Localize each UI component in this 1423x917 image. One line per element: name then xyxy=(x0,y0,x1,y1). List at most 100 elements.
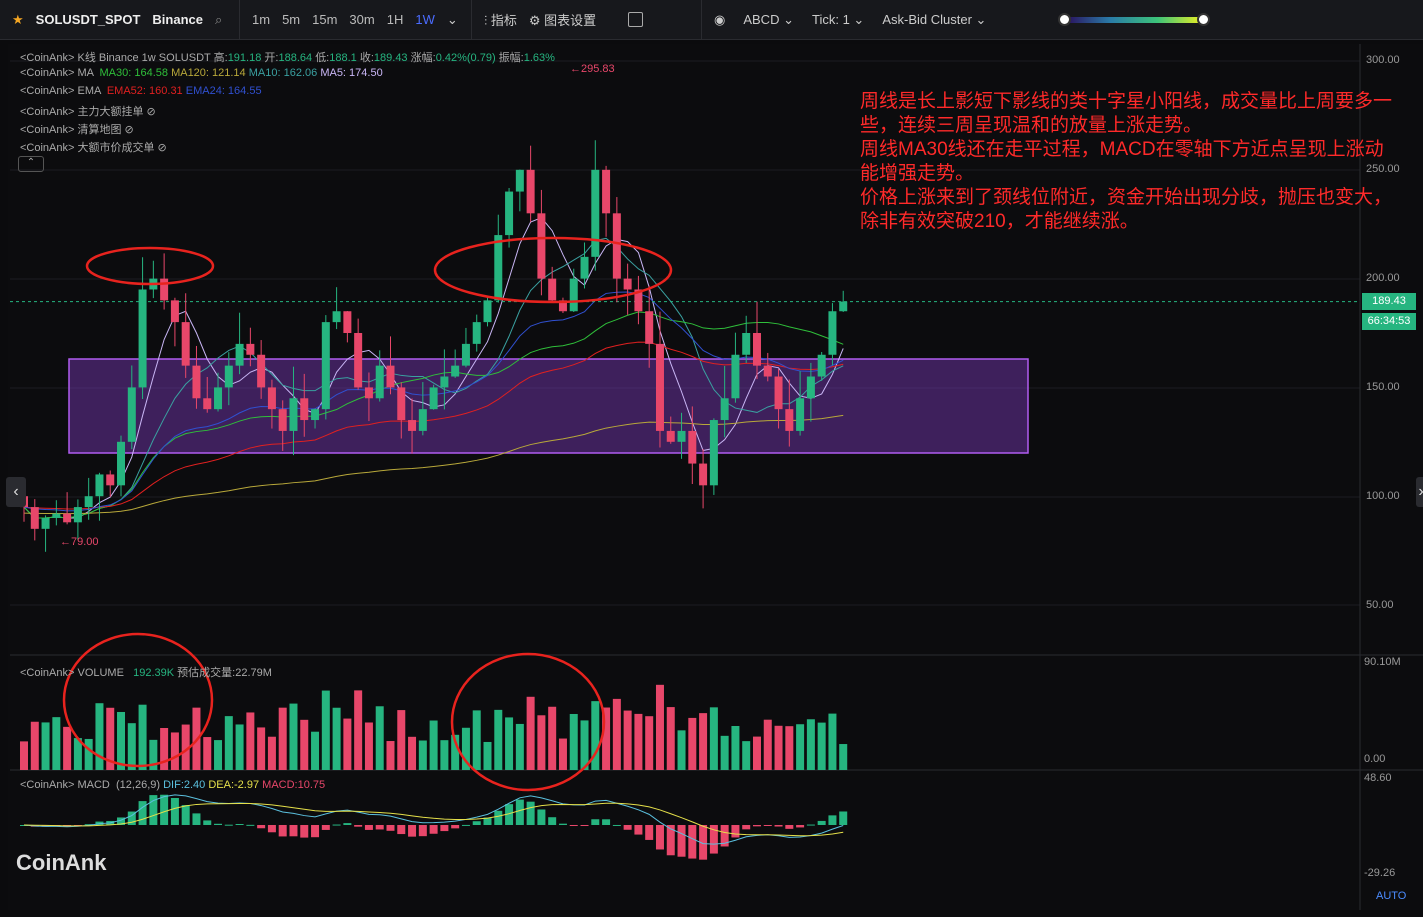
candle-body xyxy=(267,387,276,410)
collapse-legend-button[interactable]: ⌃ xyxy=(18,156,44,172)
volume-bar xyxy=(558,738,567,770)
scroll-right-button[interactable]: › xyxy=(1416,477,1423,507)
candle-body xyxy=(343,311,352,333)
volume-bar xyxy=(41,722,50,770)
volume-bar xyxy=(343,718,352,770)
volume-bar xyxy=(472,710,481,770)
macd-histogram-bar xyxy=(257,825,266,829)
candle-body xyxy=(655,343,664,431)
volume-bar xyxy=(709,707,718,770)
volume-bar xyxy=(246,712,255,770)
candle-body xyxy=(257,354,266,388)
candle-body xyxy=(688,430,697,464)
candle-body xyxy=(95,474,104,497)
volume-bar xyxy=(752,736,761,770)
volume-bar xyxy=(645,716,654,770)
scroll-left-button[interactable]: ‹ xyxy=(6,477,26,507)
volume-bar xyxy=(731,725,740,770)
candle-body xyxy=(181,322,190,366)
candle-body xyxy=(494,235,503,301)
volume-bar xyxy=(688,717,697,770)
volume-bar xyxy=(548,706,557,770)
volume-bar xyxy=(828,713,837,770)
volume-bar xyxy=(20,741,28,770)
candle-body xyxy=(278,409,287,431)
macd-histogram-bar xyxy=(774,825,783,827)
volume-bar xyxy=(440,740,449,770)
eye-off-icon[interactable]: ⊘ xyxy=(158,142,167,154)
volume-bar xyxy=(666,707,675,770)
candle-body xyxy=(548,278,557,301)
macd-histogram-bar xyxy=(267,825,276,833)
eye-off-icon[interactable]: ⊘ xyxy=(147,106,156,118)
candle-body xyxy=(354,333,363,388)
macd-histogram-bar xyxy=(537,809,546,825)
volume-bar xyxy=(763,719,772,770)
kline-legend: <CoinAnk> K线 Binance 1w SOLUSDT 高:191.18… xyxy=(20,52,555,64)
macd-histogram-bar xyxy=(655,825,664,850)
candle-body xyxy=(246,343,255,355)
volume-bar xyxy=(505,717,514,770)
volume-bar xyxy=(774,725,783,770)
macd-histogram-bar xyxy=(548,817,557,825)
macd-histogram-bar xyxy=(332,824,341,826)
volume-bar xyxy=(580,720,589,770)
macd-histogram-bar xyxy=(214,823,223,825)
candle-body xyxy=(203,398,212,410)
macd-histogram-bar xyxy=(203,820,212,825)
candle-body xyxy=(645,311,654,344)
volume-bar xyxy=(300,719,309,770)
macd-histogram-bar xyxy=(666,825,675,856)
candle-body xyxy=(720,398,729,421)
volume-bar xyxy=(311,731,320,770)
auto-scale-button[interactable]: AUTO xyxy=(1376,890,1415,902)
candle-body xyxy=(321,322,330,410)
volume-bar xyxy=(806,719,815,770)
support-zone-rectangle xyxy=(68,358,1029,454)
candle-body xyxy=(591,169,600,257)
volume-bar xyxy=(332,707,341,770)
candle-body xyxy=(623,278,632,290)
volume-bar xyxy=(63,726,72,770)
candle-body xyxy=(569,278,578,312)
macd-histogram-bar xyxy=(246,824,255,826)
candle-body xyxy=(451,365,460,377)
macd-histogram-bar xyxy=(828,815,837,825)
candle-body xyxy=(461,343,470,366)
macd-histogram-bar xyxy=(181,805,190,825)
candle-body xyxy=(828,311,837,355)
macd-histogram-bar xyxy=(472,821,481,825)
dif-line xyxy=(23,794,844,845)
candle-body xyxy=(41,517,50,529)
candle-body xyxy=(666,430,675,442)
macd-histogram-bar xyxy=(343,823,352,825)
volume-bar xyxy=(796,724,805,770)
candle-body xyxy=(63,513,72,523)
liquidation-map-legend: <CoinAnk> 清算地图 ⊘ xyxy=(20,124,134,136)
macd-histogram-bar xyxy=(494,810,503,825)
candle-body xyxy=(192,365,201,399)
macd-histogram-bar xyxy=(418,825,427,837)
volume-bar xyxy=(612,698,621,770)
macd-histogram-bar xyxy=(235,824,244,826)
eye-off-icon[interactable]: ⊘ xyxy=(125,124,134,136)
volume-bar xyxy=(839,744,848,770)
candle-body xyxy=(709,420,718,486)
volume-bar xyxy=(95,703,104,770)
macd-histogram-bar xyxy=(408,825,417,837)
volume-bar xyxy=(408,736,417,770)
candle-body xyxy=(742,333,751,355)
macd-histogram-bar xyxy=(612,824,621,826)
volume-bar xyxy=(127,723,136,770)
macd-histogram-bar xyxy=(461,824,470,826)
volume-bar xyxy=(375,706,384,770)
volume-bar xyxy=(354,690,363,770)
macd-histogram-bar xyxy=(289,825,298,837)
volume-bar xyxy=(52,717,61,770)
volume-bar xyxy=(817,722,826,770)
volume-axis-zero: 0.00 xyxy=(1364,753,1386,765)
volume-bar xyxy=(117,711,126,770)
volume-bar xyxy=(742,741,751,770)
volume-bar xyxy=(235,724,244,770)
countdown-tag: 66:34:53 xyxy=(1362,313,1416,330)
